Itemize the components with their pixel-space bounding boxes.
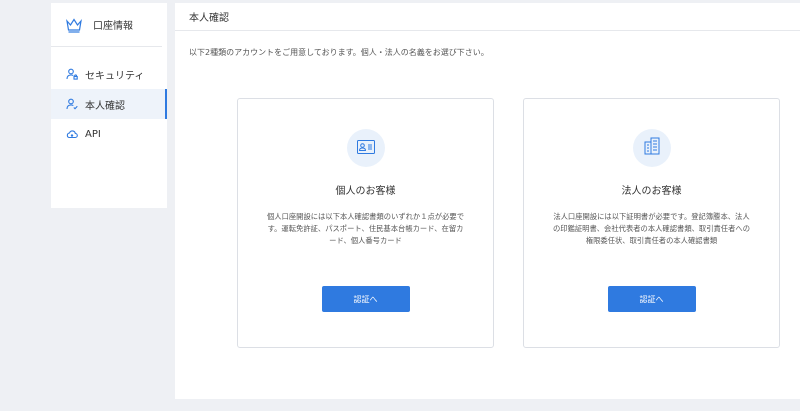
card-title: 法人のお客様 bbox=[621, 186, 682, 197]
corporate-card: 法人のお客様 法人口座開設には以下証明書が必要です。登記簿謄本、法人の印鑑証明書… bbox=[523, 98, 780, 348]
sidebar-item-label: 本人確認 bbox=[85, 100, 125, 112]
sidebar-header: 口座情報 bbox=[51, 3, 162, 47]
icon-circle bbox=[346, 129, 385, 167]
card-description: 個人口座開設には以下本人確認書類のいずれか１点が必要です。運転免許証、パスポート… bbox=[266, 212, 464, 245]
sidebar-item-label: API bbox=[85, 128, 101, 140]
user-check-icon bbox=[66, 98, 78, 110]
icon-circle bbox=[632, 129, 671, 167]
sidebar-nav: セキュリティ 本人確認 API bbox=[51, 59, 167, 149]
sidebar-item-api[interactable]: API bbox=[51, 119, 167, 149]
user-lock-icon bbox=[66, 68, 78, 80]
sidebar-item-security[interactable]: セキュリティ bbox=[51, 59, 167, 89]
crown-icon bbox=[65, 16, 83, 34]
id-card-icon bbox=[356, 139, 375, 158]
cloud-icon bbox=[66, 128, 78, 140]
intro-text: 以下2種類のアカウントをご用意しております。個人・法人の名義をお選び下さい。 bbox=[189, 48, 489, 57]
individual-verify-button[interactable]: 認証へ bbox=[321, 286, 410, 312]
individual-card: 個人のお客様 個人口座開設には以下本人確認書類のいずれか１点が必要です。運転免許… bbox=[237, 98, 494, 348]
page-title: 本人確認 bbox=[175, 3, 800, 31]
main-panel: 本人確認 以下2種類のアカウントをご用意しております。個人・法人の名義をお選び下… bbox=[175, 3, 800, 399]
corporate-verify-button[interactable]: 認証へ bbox=[607, 286, 696, 312]
sidebar: 口座情報 セキュリティ 本人確認 API bbox=[51, 3, 167, 208]
sidebar-item-identity[interactable]: 本人確認 bbox=[51, 89, 167, 119]
sidebar-title: 口座情報 bbox=[93, 21, 133, 32]
sidebar-item-label: セキュリティ bbox=[85, 70, 145, 82]
building-icon bbox=[644, 137, 660, 159]
card-title: 個人のお客様 bbox=[335, 186, 396, 197]
card-description: 法人口座開設には以下証明書が必要です。登記簿謄本、法人の印鑑証明書、会社代表者の… bbox=[552, 212, 750, 245]
